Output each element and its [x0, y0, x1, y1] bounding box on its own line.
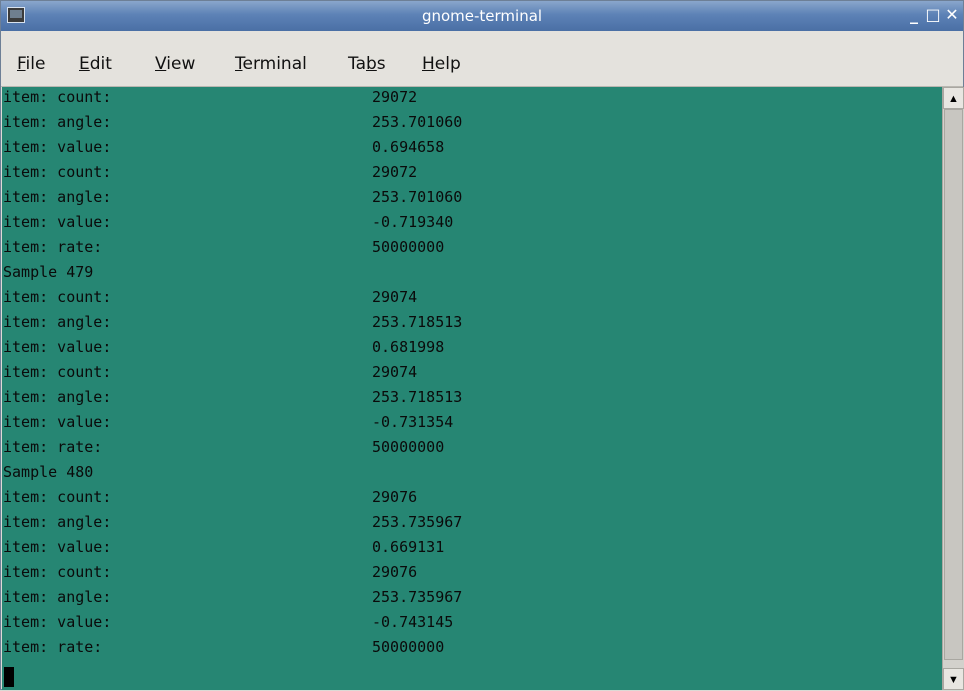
menu-tabs-label-end: s: [376, 54, 386, 74]
menu-tabs-label-start: Ta: [348, 54, 366, 74]
terminal-line-label: item: value:: [3, 338, 112, 356]
terminal-line-label: item: count:: [3, 563, 112, 581]
terminal-line: Sample 479: [3, 262, 93, 282]
terminal-line-value: 29076: [372, 488, 418, 506]
terminal-line: Sample 480: [3, 462, 93, 482]
terminal-line-value: -0.743145: [372, 613, 454, 631]
terminal-line-label: item: rate:: [3, 638, 103, 656]
terminal-line-label: item: angle:: [3, 513, 112, 531]
terminal-line-label: item: count:: [3, 288, 112, 306]
terminal-line-label: item: value:: [3, 613, 112, 631]
terminal-line-label: item: angle:: [3, 188, 112, 206]
terminal-line-label: item: count:: [3, 488, 112, 506]
terminal-line: item: value: -0.731354: [3, 412, 453, 432]
terminal-line-value: 253.735967: [372, 588, 463, 606]
terminal-line: item: angle: 253.701060: [3, 112, 462, 132]
terminal-line-value: 0.694658: [372, 138, 445, 156]
menu-tabs[interactable]: Tabs: [348, 54, 386, 74]
menu-view-mnemonic: V: [155, 54, 167, 74]
menu-help-mnemonic: H: [422, 54, 435, 74]
scroll-down-arrow-icon[interactable]: ▼: [943, 668, 964, 690]
terminal-line-label: item: angle:: [3, 388, 112, 406]
terminal-line: item: count: 29074: [3, 287, 417, 307]
terminal-line-value: 29074: [372, 363, 418, 381]
vertical-scrollbar[interactable]: ▲ ▼: [942, 87, 964, 690]
terminal-line-value: 29074: [372, 288, 418, 306]
terminal-line-value: 0.669131: [372, 538, 445, 556]
terminal-line-label: Sample 480: [3, 463, 94, 481]
menu-edit[interactable]: Edit: [79, 54, 112, 74]
menu-edit-mnemonic: E: [79, 54, 90, 74]
terminal-line-value: 29072: [372, 163, 418, 181]
menu-edit-label: dit: [89, 54, 112, 74]
terminal-line-value: 253.701060: [372, 188, 463, 206]
terminal-line-label: item: count:: [3, 363, 112, 381]
terminal-line: item: angle: 253.718513: [3, 387, 462, 407]
scroll-up-arrow-icon[interactable]: ▲: [943, 87, 964, 109]
terminal-output[interactable]: item: count: 29072 item: angle: 253.701060 i…: [2, 87, 942, 690]
terminal-line: item: count: 29076: [3, 487, 417, 507]
terminal-line: item: angle: 253.735967: [3, 587, 462, 607]
menu-terminal-mnemonic: T: [235, 54, 243, 74]
terminal-line-value: -0.731354: [372, 413, 454, 431]
menu-help-label: elp: [434, 54, 461, 74]
terminal-line: item: angle: 253.735967: [3, 512, 462, 532]
terminal-line-value: 253.718513: [372, 388, 463, 406]
terminal-line-label: Sample 479: [3, 263, 94, 281]
window-title: gnome-terminal: [421, 7, 543, 25]
menu-file-mnemonic: F: [17, 54, 26, 74]
menu-terminal[interactable]: Terminal: [235, 54, 307, 74]
terminal-line-label: item: value:: [3, 538, 112, 556]
terminal-line: item: value: 0.694658: [3, 137, 444, 157]
menu-file[interactable]: File: [17, 54, 45, 74]
terminal-line-label: item: value:: [3, 413, 112, 431]
terminal-line-label: item: rate:: [3, 238, 103, 256]
terminal-line: item: angle: 253.718513: [3, 312, 462, 332]
terminal-line: item: count: 29074: [3, 362, 417, 382]
terminal-line-value: 50000000: [372, 238, 445, 256]
terminal-line-value: 29072: [372, 88, 418, 106]
terminal-line-label: item: count:: [3, 88, 112, 106]
menu-file-label: ile: [25, 54, 46, 74]
terminal-line: item: value: -0.719340: [3, 212, 453, 232]
terminal-line-value: 253.735967: [372, 513, 463, 531]
terminal-line: item: value: 0.669131: [3, 537, 444, 557]
terminal-line: item: count: 29072: [3, 87, 417, 107]
terminal-line: item: count: 29072: [3, 162, 417, 182]
terminal-line: item: rate: 50000000: [3, 637, 444, 657]
text-cursor: [4, 667, 14, 687]
menu-terminal-label: erminal: [242, 54, 307, 74]
terminal-line: item: value: 0.681998: [3, 337, 444, 357]
terminal-line-value: 50000000: [372, 438, 445, 456]
terminal-line-label: item: angle:: [3, 588, 112, 606]
terminal-line: item: angle: 253.701060: [3, 187, 462, 207]
title-bar[interactable]: gnome-terminal _ □ ✕: [1, 1, 963, 31]
terminal-line-value: 253.701060: [372, 113, 463, 131]
menu-bar: File Edit View Terminal Tabs Help: [1, 31, 963, 87]
terminal-line-value: 0.681998: [372, 338, 445, 356]
menu-tabs-mnemonic: b: [366, 54, 377, 74]
menu-help[interactable]: Help: [422, 54, 461, 74]
terminal-line-value: -0.719340: [372, 213, 454, 231]
close-button[interactable]: ✕: [943, 5, 961, 25]
terminal-line: item: rate: 50000000: [3, 437, 444, 457]
menu-view-label: iew: [166, 54, 196, 74]
terminal-line-label: item: rate:: [3, 438, 103, 456]
terminal-line-value: 253.718513: [372, 313, 463, 331]
terminal-line-label: item: value:: [3, 213, 112, 231]
terminal-line-label: item: angle:: [3, 113, 112, 131]
terminal-line: item: value: -0.743145: [3, 612, 453, 632]
terminal-line-value: 29076: [372, 563, 418, 581]
terminal-line-label: item: count:: [3, 163, 112, 181]
terminal-line-label: item: angle:: [3, 313, 112, 331]
maximize-button[interactable]: □: [924, 5, 942, 25]
terminal-line-label: item: value:: [3, 138, 112, 156]
terminal-line: item: count: 29076: [3, 562, 417, 582]
menu-view[interactable]: View: [155, 54, 195, 74]
terminal-line-value: 50000000: [372, 638, 445, 656]
scroll-thumb[interactable]: [944, 109, 963, 660]
terminal-line: item: rate: 50000000: [3, 237, 444, 257]
terminal-window: gnome-terminal _ □ ✕ File Edit View Term…: [0, 0, 964, 690]
minimize-button[interactable]: _: [905, 5, 923, 25]
